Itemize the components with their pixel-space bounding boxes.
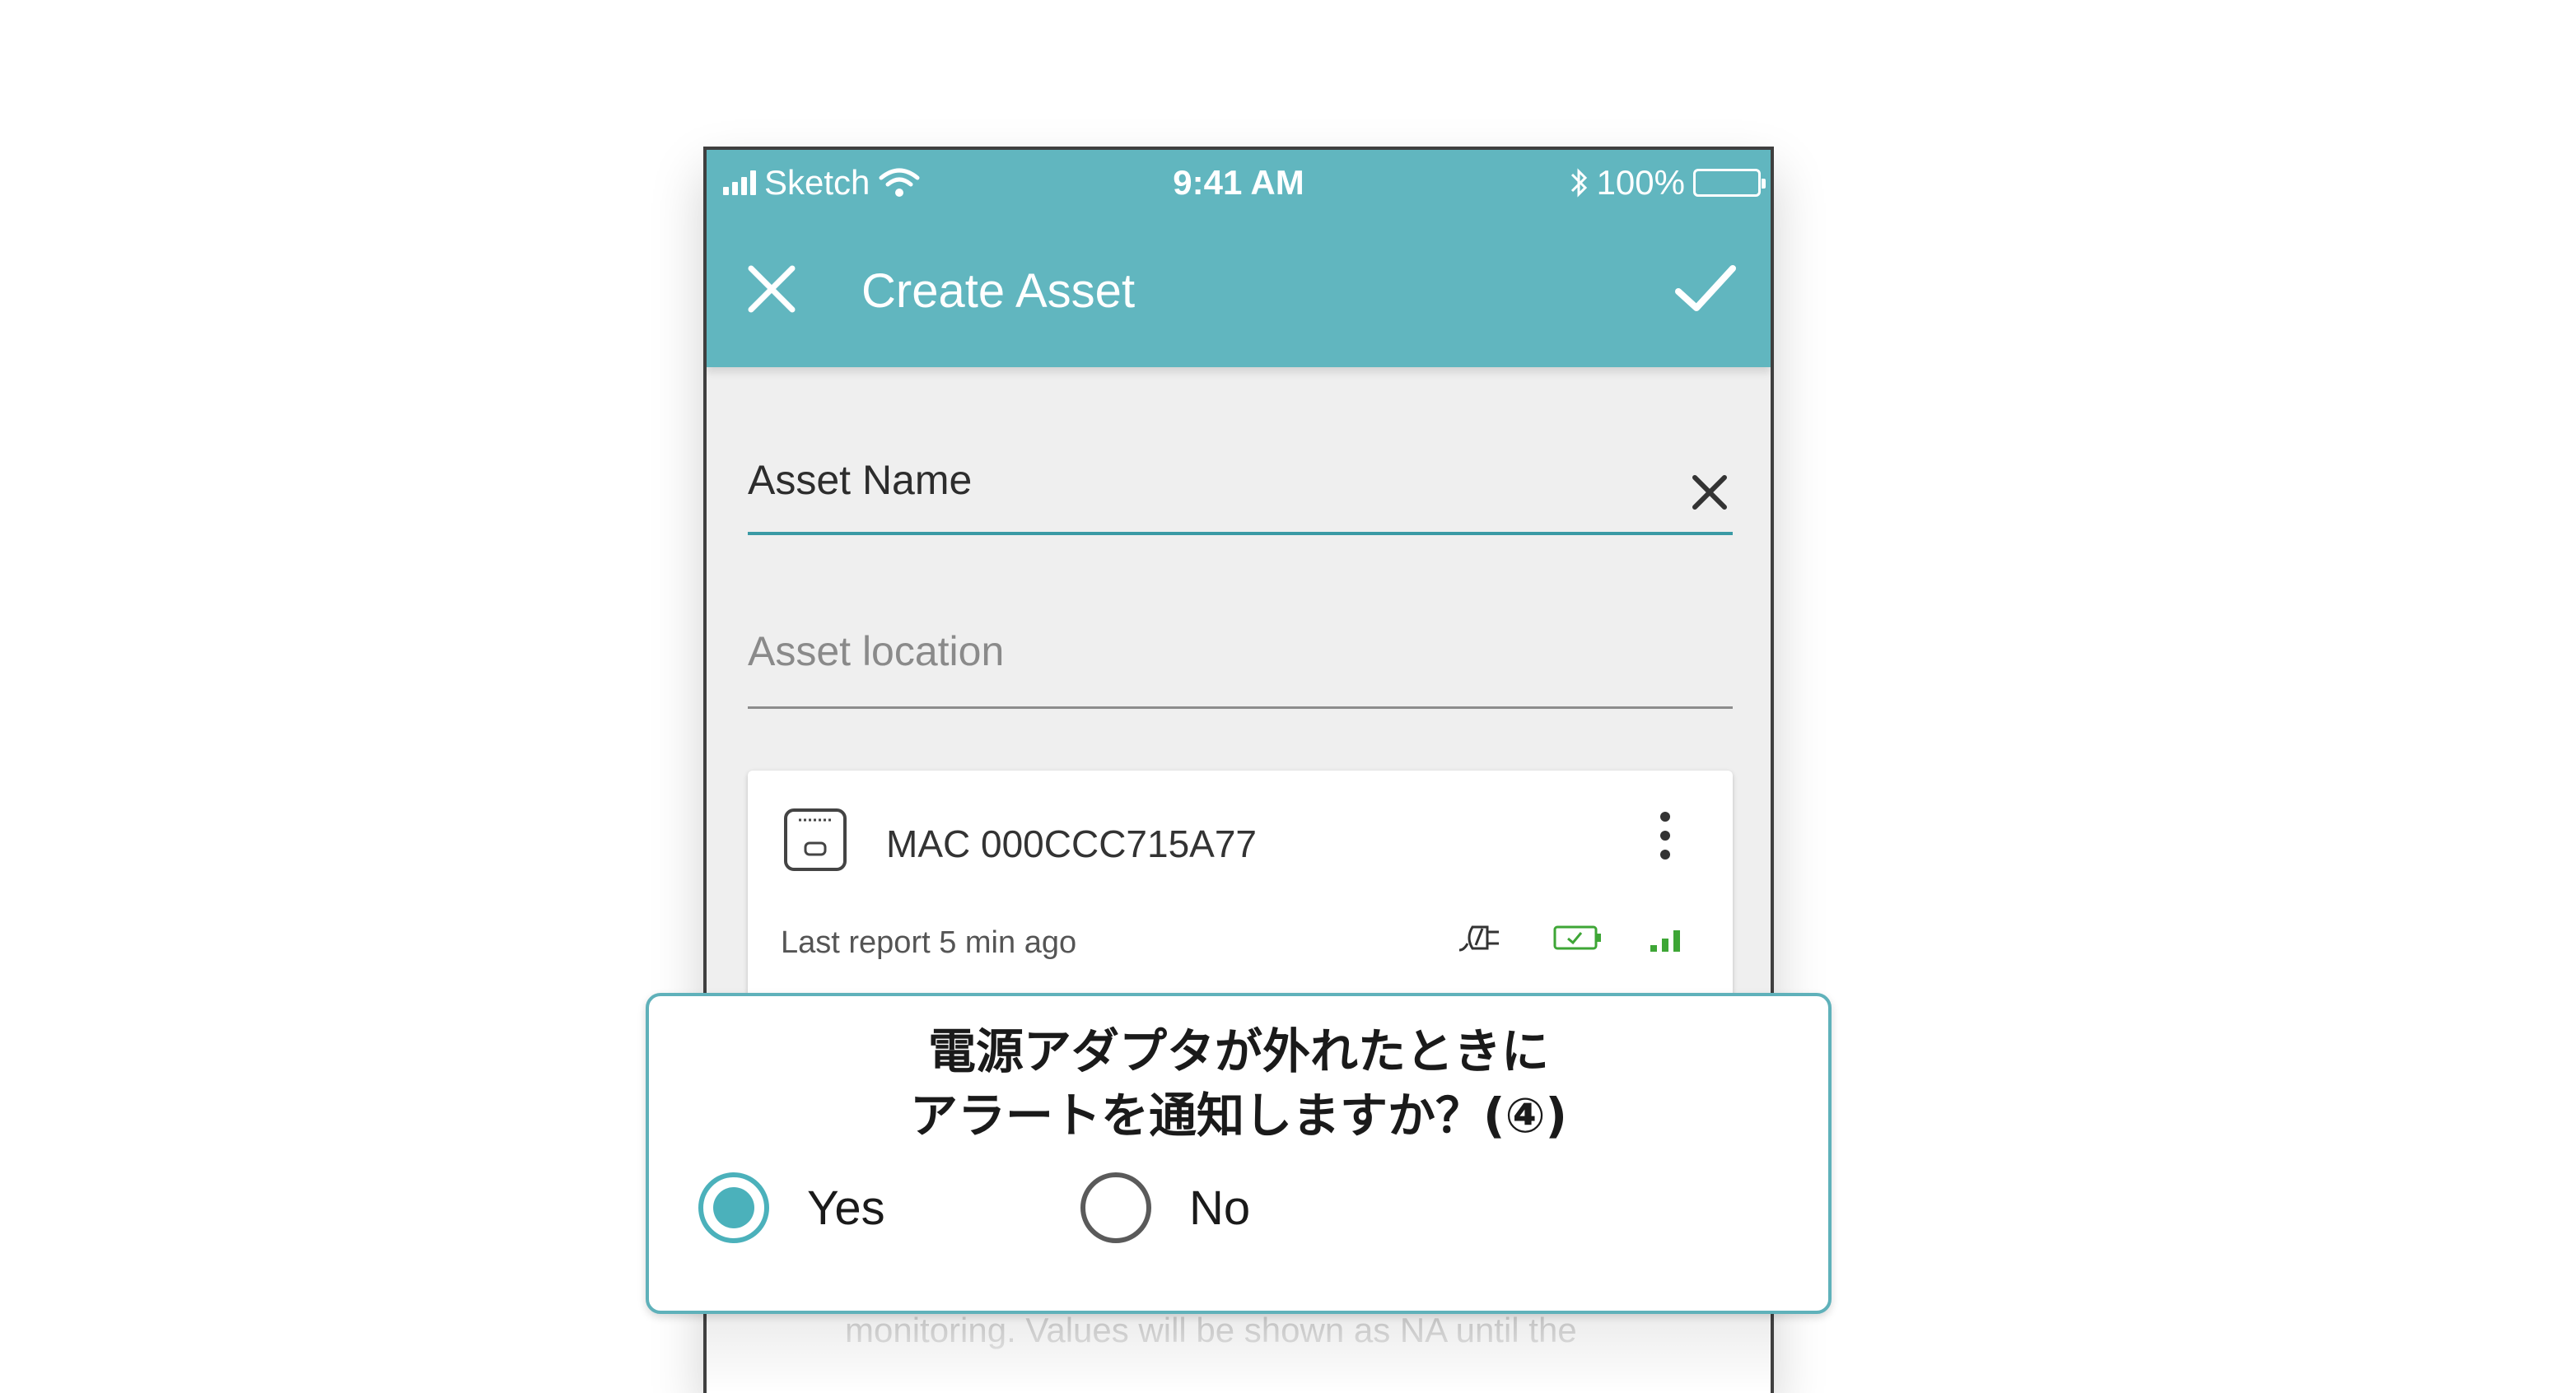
battery-percent: 100% — [1596, 163, 1685, 202]
signal-icon — [1650, 930, 1680, 952]
question-text: 電源アダプタが外れたときに アラートを通知しますか？(④) — [649, 1019, 1828, 1148]
question-line-1: 電源アダプタが外れたときに — [927, 1023, 1549, 1079]
check-icon[interactable] — [1672, 255, 1738, 321]
status-bar: Sketch 9:41 AM 100% — [707, 150, 1771, 216]
battery-icon — [1693, 169, 1766, 197]
asset-location-underline — [748, 706, 1733, 709]
more-vert-icon[interactable] — [1657, 812, 1673, 869]
bottom-fade — [707, 1327, 1771, 1393]
radio-unselected-icon[interactable] — [1080, 1172, 1151, 1243]
option-yes-label: Yes — [807, 1181, 885, 1235]
option-yes[interactable]: Yes — [698, 1172, 885, 1243]
toolbar-title: Create Asset — [861, 264, 1136, 318]
status-right: 100% — [1569, 163, 1766, 203]
clear-icon[interactable] — [1687, 469, 1733, 515]
option-no[interactable]: No — [1080, 1172, 1250, 1243]
alert-question-callout: 電源アダプタが外れたときに アラートを通知しますか？(④) Yes No — [646, 993, 1832, 1314]
app-bar: Sketch 9:41 AM 100% Create Asset — [707, 150, 1771, 367]
asset-location-placeholder: Asset location — [748, 628, 1005, 674]
last-report: Last report 5 min ago — [781, 925, 1077, 960]
asset-location-field[interactable]: Asset location — [748, 627, 1733, 710]
bluetooth-icon — [1570, 168, 1587, 198]
asset-name-value: Asset Name — [748, 457, 973, 503]
close-icon[interactable] — [743, 260, 800, 318]
asset-name-underline — [748, 532, 1733, 535]
radio-selected-icon[interactable] — [698, 1172, 769, 1243]
plug-icon — [1458, 925, 1499, 952]
device-icon — [784, 808, 847, 871]
battery-icon — [1553, 925, 1601, 950]
question-line-2: アラートを通知しますか？(④) — [909, 1088, 1568, 1144]
option-no-label: No — [1189, 1181, 1251, 1235]
asset-name-field[interactable]: Asset Name — [748, 456, 1733, 538]
device-mac: MAC 000CCC715A77 — [886, 822, 1258, 865]
